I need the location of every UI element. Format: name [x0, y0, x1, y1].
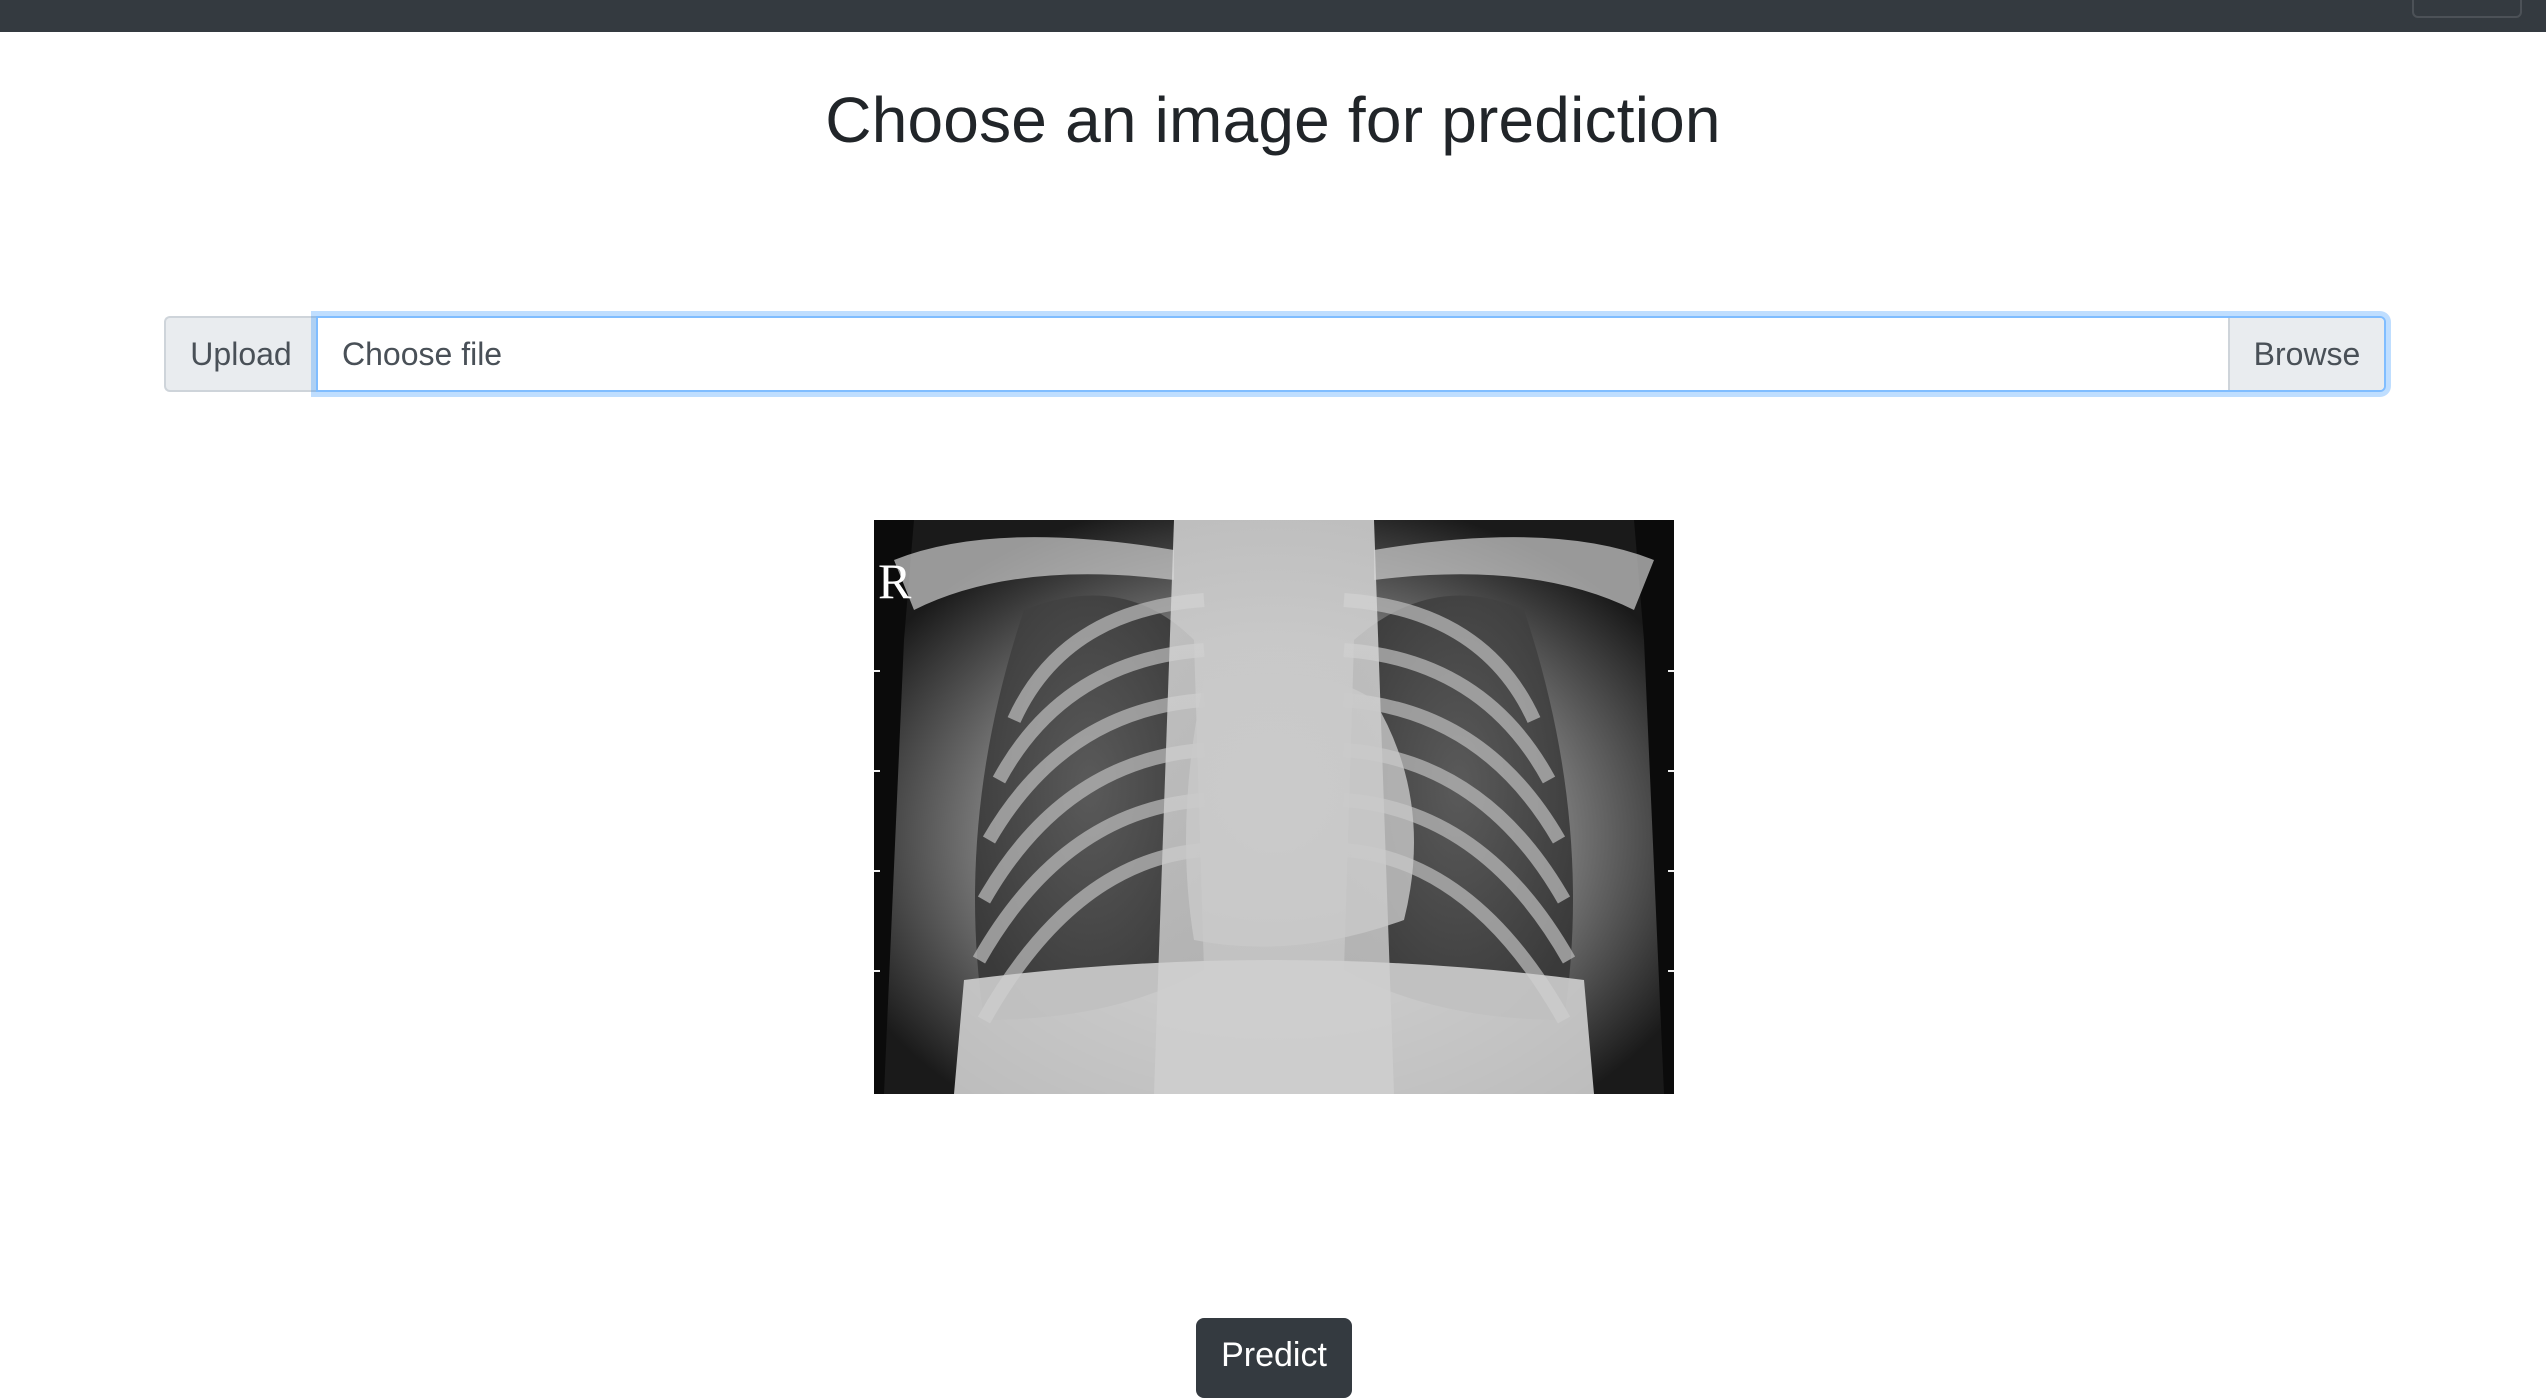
top-navbar: [0, 0, 2546, 32]
xray-side-marker: R: [878, 553, 912, 609]
navbar-toggle-button[interactable]: [2412, 0, 2522, 18]
file-upload-group: Upload Choose file Browse: [164, 316, 2386, 392]
page-title: Choose an image for prediction: [825, 84, 1721, 156]
predict-button[interactable]: Predict: [1196, 1318, 1352, 1398]
upload-button[interactable]: Upload: [164, 316, 316, 392]
file-input-label: Choose file: [342, 335, 503, 372]
browse-button[interactable]: Browse: [2228, 318, 2384, 390]
file-input[interactable]: Choose file Browse: [316, 316, 2386, 392]
chest-xray-image: R: [874, 520, 1674, 1094]
image-preview: R: [874, 520, 1674, 1094]
